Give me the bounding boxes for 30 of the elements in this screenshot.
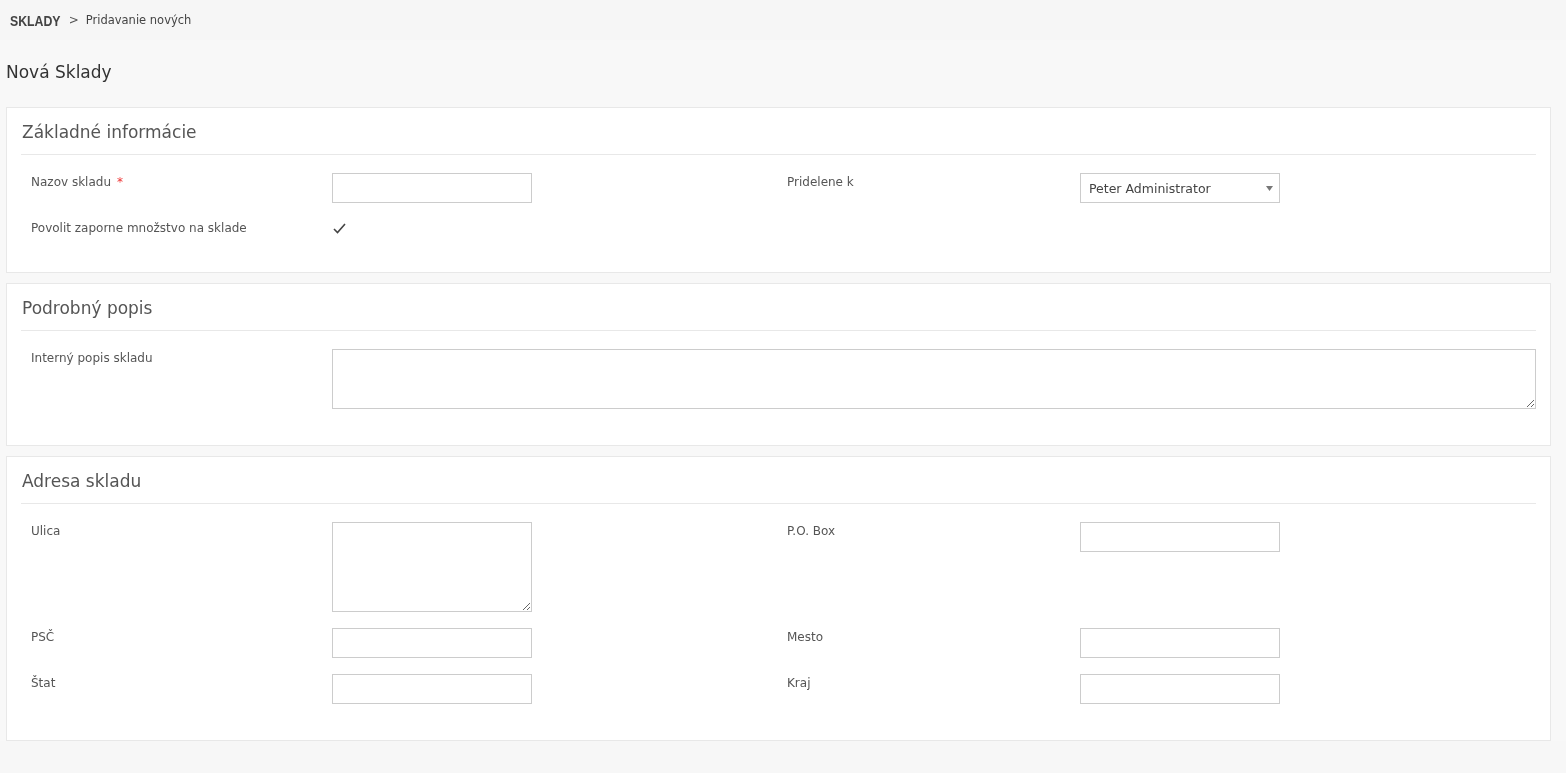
select-field[interactable]: Peter Administrator <box>1080 173 1280 203</box>
required-mark: * <box>117 175 123 189</box>
field-label: Mesto <box>786 629 825 644</box>
check-icon <box>333 223 346 234</box>
field-label: Pridelene k <box>786 174 855 189</box>
text-input[interactable] <box>1080 628 1280 658</box>
field-label: Interný popis skladu <box>30 350 154 365</box>
field-label: Povolit zaporne množstvo na sklade <box>30 220 248 235</box>
text-area[interactable] <box>332 349 1536 409</box>
caret-icon <box>1266 185 1273 191</box>
field-label: Štat <box>30 674 57 690</box>
field-label: PSČ <box>30 628 56 644</box>
breadcrumb-current: Pridavanie nových <box>85 13 192 27</box>
checkbox[interactable] <box>332 221 347 236</box>
text-input[interactable] <box>332 173 532 203</box>
text-input[interactable] <box>332 674 532 704</box>
breadcrumb-root[interactable]: SKLADY <box>10 11 61 29</box>
page-title: Nová Sklady <box>6 61 113 84</box>
field-label: Kraj <box>786 675 812 690</box>
field-label: P.O. Box <box>786 523 837 538</box>
section-title: Podrobný popis <box>21 284 1536 331</box>
section-title: Adresa skladu <box>21 457 1536 504</box>
text-area[interactable] <box>332 522 532 612</box>
section-title: Základné informácie <box>21 108 1536 155</box>
text-input[interactable] <box>1080 522 1280 552</box>
text-input[interactable] <box>332 628 532 658</box>
text-input[interactable] <box>1080 674 1280 704</box>
field-label: Ulica <box>30 523 62 538</box>
field-label: Nazov skladu * <box>30 174 124 189</box>
breadcrumb-separator: > <box>68 13 79 27</box>
